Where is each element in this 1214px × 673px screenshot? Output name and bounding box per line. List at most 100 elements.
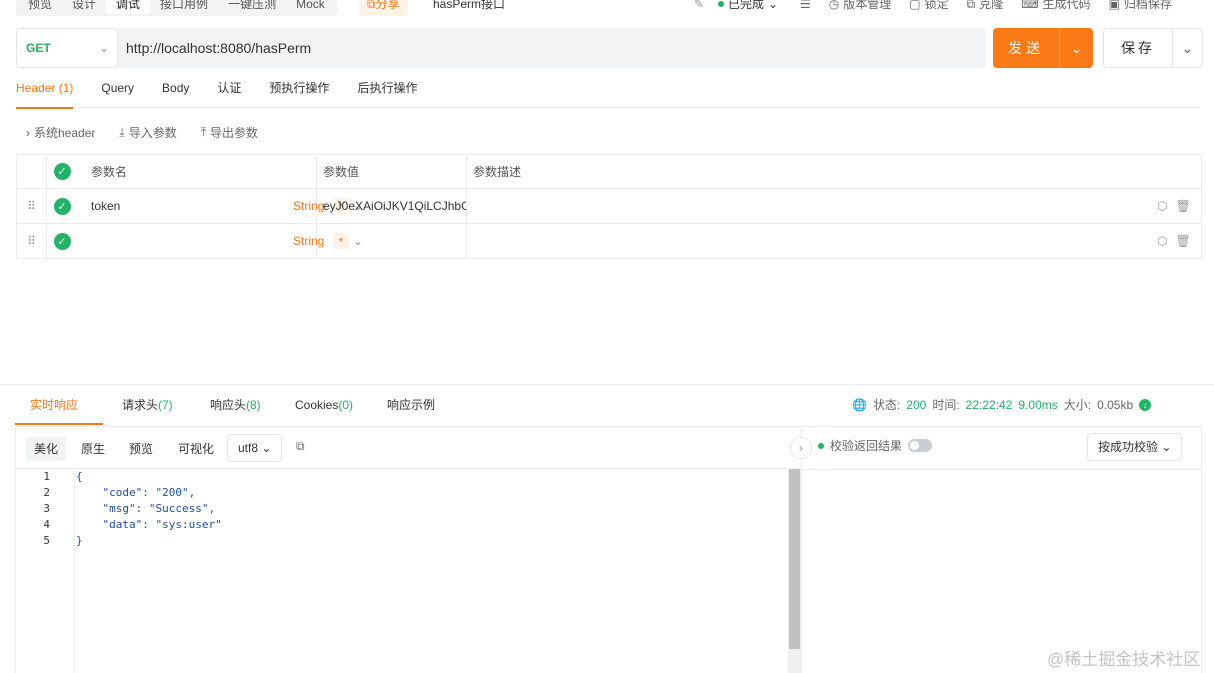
code-content: { "code": "200", "msg": "Success", "data… (76, 469, 222, 549)
chevron-down-icon: ⌄ (98, 41, 109, 55)
cube-icon[interactable]: ⬡ (1157, 234, 1167, 248)
tab-header[interactable]: Header (1) (16, 76, 87, 109)
tab-design[interactable]: 设计 (62, 0, 106, 14)
encoding-select[interactable]: utf8 ⌄ (227, 434, 283, 462)
tab-auth[interactable]: 认证 (203, 76, 255, 108)
cube-icon[interactable]: ⬡ (1157, 199, 1167, 213)
save-button[interactable]: 保存 ⌄ (1103, 28, 1203, 68)
row-checkbox[interactable]: ✓ (47, 189, 77, 223)
param-desc-field[interactable] (467, 189, 1147, 223)
system-header-label: 系统header (34, 126, 96, 140)
send-button[interactable]: 发送 ⌄ (993, 28, 1093, 68)
response-size: 0.05kb (1097, 398, 1134, 412)
url-input[interactable]: http://localhost:8080/hasPerm (126, 28, 311, 68)
lock-icon: ▢ (909, 0, 921, 11)
select-all-checkbox[interactable]: ✓ (47, 155, 77, 188)
column-header-name: 参数名 (77, 155, 317, 188)
api-name-input[interactable]: hasPerm接口 ✎ (425, 0, 710, 16)
code-line: "data": "sys:user" (76, 518, 222, 531)
trash-icon[interactable]: 🗑 (1175, 199, 1190, 213)
code-line: { (76, 470, 83, 483)
tab-response-example[interactable]: 响应示例 (387, 385, 435, 425)
code-line: "msg": "Success", (76, 502, 216, 515)
tab-count: (8) (246, 398, 261, 412)
tab-body[interactable]: Body (148, 76, 203, 108)
tab-pre-script[interactable]: 预执行操作 (255, 76, 343, 108)
drag-handle-icon[interactable]: ⠿ (17, 189, 47, 223)
tab-response-headers[interactable]: 响应头(8) (210, 385, 261, 425)
param-value-field[interactable] (317, 224, 467, 258)
archive-label: 归档保存 (1123, 0, 1172, 11)
code-icon: ⌨ (1021, 0, 1039, 11)
assert-mode-select[interactable]: 按成功校验 ⌄ (1087, 433, 1183, 461)
version-button[interactable]: ◷ 版本管理 (829, 0, 892, 16)
send-dropdown-icon[interactable]: ⌄ (1060, 40, 1093, 57)
tab-realtime-response[interactable]: 实时响应 (30, 385, 78, 425)
export-params-button[interactable]: ⤒ 导出参数 (201, 124, 258, 141)
tab-query[interactable]: Query (87, 76, 148, 108)
assert-mode-label: 按成功校验 (1098, 440, 1159, 454)
visualize-button[interactable]: 可视化 (170, 437, 222, 461)
assert-toggle[interactable] (908, 439, 933, 452)
globe-icon: 🌐 (852, 398, 867, 412)
assert-label: 校验返回结果 (830, 439, 903, 453)
tab-debug[interactable]: 调试 (106, 0, 151, 14)
tab-mock[interactable]: Mock (286, 0, 335, 14)
drag-column (17, 155, 47, 188)
chevron-down-icon: ⌄ (261, 441, 272, 455)
beautify-button[interactable]: 美化 (26, 437, 67, 461)
tab-request-headers[interactable]: 请求头(7) (122, 385, 173, 425)
param-value-field[interactable]: eyJ0eXAiOiJKV1QiLCJhbG (317, 189, 467, 223)
drag-handle-icon[interactable]: ⠿ (17, 224, 47, 258)
response-body: 美化 原生 预览 可视化 utf8 ⌄ ⧉ 1 2 3 4 5 { "code"… (15, 426, 1202, 673)
tab-post-script[interactable]: 后执行操作 (343, 76, 431, 108)
param-desc-field[interactable] (467, 224, 1147, 258)
import-params-button[interactable]: ⤓ 导入参数 (119, 124, 176, 141)
share-button[interactable]: ⧉分享 (359, 0, 408, 16)
top-toolbar: 预览 设计 调试 接口用例 一键压测 Mock ⧉分享 hasPerm接口 ✎ 已… (0, 0, 1214, 18)
list-icon[interactable]: ☰ (800, 0, 811, 16)
generate-code-button[interactable]: ⌨ 生成代码 (1021, 0, 1090, 16)
download-icon[interactable]: ↓ (1139, 399, 1152, 411)
status-dot (718, 1, 724, 7)
import-icon: ⤓ (119, 125, 125, 139)
scrollbar-thumb[interactable] (789, 469, 800, 649)
raw-button[interactable]: 原生 (73, 437, 113, 461)
import-label: 导入参数 (128, 126, 177, 140)
clone-button[interactable]: ⧉ 克隆 (967, 0, 1004, 16)
method-select[interactable]: GET ⌄ (16, 28, 118, 68)
param-name-field[interactable]: token String * ⌄ (77, 189, 363, 223)
header-actions: › 系统header ⤓ 导入参数 ⤒ 导出参数 (26, 124, 258, 141)
vertical-scrollbar[interactable] (788, 469, 801, 673)
request-tabs: Header (1) Query Body 认证 预执行操作 后执行操作 (16, 76, 1200, 109)
copy-icon[interactable]: ⧉ (296, 439, 305, 454)
row-checkbox[interactable]: ✓ (47, 224, 77, 258)
tab-stress-test[interactable]: 一键压测 (218, 0, 286, 14)
code-editor[interactable]: 1 2 3 4 5 { "code": "200", "msg": "Succe… (16, 469, 787, 673)
active-tab-indicator (15, 423, 103, 425)
tab-api-cases[interactable]: 接口用例 (150, 0, 218, 14)
status-code: 200 (906, 398, 927, 412)
save-dropdown-icon[interactable]: ⌄ (1173, 40, 1202, 57)
check-icon: ✓ (53, 197, 71, 215)
status-label: 已完成 (728, 0, 765, 11)
preview-button[interactable]: 预览 (121, 437, 161, 461)
mode-tabs: 预览 设计 调试 接口用例 一键压测 Mock (16, 0, 337, 16)
edit-icon: ✎ (693, 0, 704, 11)
chevron-right-icon[interactable]: › (790, 437, 812, 459)
chevron-right-icon: › (26, 125, 30, 140)
tab-cookies[interactable]: Cookies(0) (295, 385, 353, 425)
lock-button[interactable]: ▢ 锁定 (909, 0, 948, 16)
top-actions: ☰ ◷ 版本管理 ▢ 锁定 ⧉ 克隆 ⌨ 生成代码 ▣ 归档保存 (800, 0, 1172, 16)
trash-icon[interactable]: 🗑 (1175, 234, 1190, 248)
system-header-toggle[interactable]: › 系统header (26, 124, 95, 141)
tab-count: (0) (338, 398, 354, 412)
tab-preview[interactable]: 预览 (18, 0, 62, 14)
param-name-field[interactable]: String * ⌄ (77, 224, 363, 258)
archive-button[interactable]: ▣ 归档保存 (1109, 0, 1172, 16)
line-number: 5 (43, 534, 50, 547)
url-bar: GET ⌄ http://localhost:8080/hasPerm (16, 28, 986, 68)
watermark: @稀土掘金技术社区 (1047, 650, 1201, 669)
status-select[interactable]: 已完成 ⌄ (718, 0, 778, 16)
tab-label: 请求头 (122, 398, 159, 412)
